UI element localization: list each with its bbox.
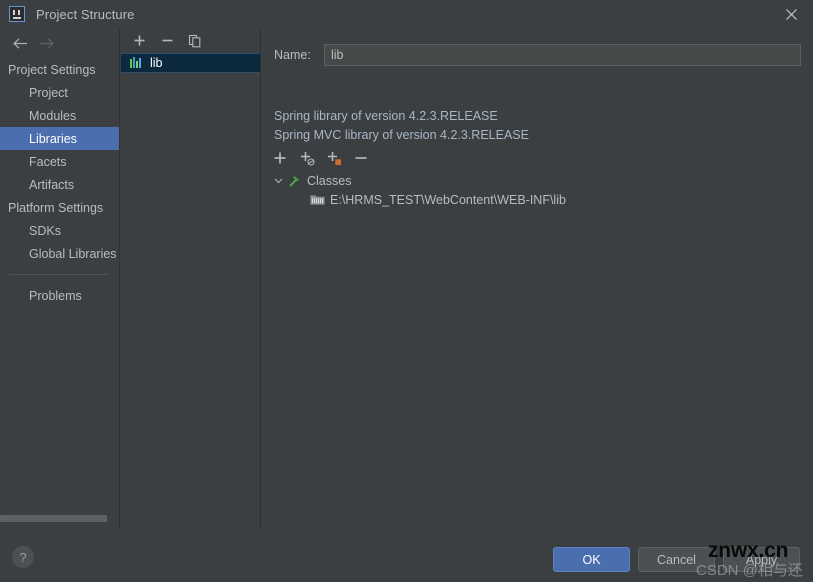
plus-icon[interactable] xyxy=(130,32,148,50)
sidebar-item-problems[interactable]: Problems xyxy=(0,284,119,307)
library-list-panel: lib xyxy=(121,28,261,530)
close-icon[interactable] xyxy=(769,0,813,28)
sidebar-item-artifacts[interactable]: Artifacts xyxy=(0,173,119,196)
library-detail-panel: Name: Spring library of version 4.2.3.RE… xyxy=(262,28,813,530)
library-roots-tree: Classes E:\HRMS_TEST\WebContent\WEB-INF\… xyxy=(271,171,811,209)
copy-icon[interactable] xyxy=(186,32,204,50)
sidebar-item-label: Modules xyxy=(29,108,77,123)
library-list-toolbar xyxy=(121,28,260,53)
name-label: Name: xyxy=(274,48,311,62)
library-description-line: Spring MVC library of version 4.2.3.RELE… xyxy=(274,128,529,142)
library-description-line: Spring library of version 4.2.3.RELEASE xyxy=(274,109,498,123)
sidebar-group-project-settings: Project Settings xyxy=(0,58,119,81)
jar-folder-icon xyxy=(309,192,325,208)
chevron-down-icon[interactable] xyxy=(271,173,286,188)
intellij-idea-icon xyxy=(9,6,25,22)
sidebar-item-label: SDKs xyxy=(29,223,61,238)
sidebar-item-label: Problems xyxy=(29,288,82,303)
sidebar-item-label: Libraries xyxy=(29,131,77,146)
plus-globe-icon[interactable] xyxy=(298,149,316,167)
sidebar-item-modules[interactable]: Modules xyxy=(0,104,119,127)
sidebar-item-facets[interactable]: Facets xyxy=(0,150,119,173)
ok-button[interactable]: OK xyxy=(553,547,630,572)
tree-row-label: E:\HRMS_TEST\WebContent\WEB-INF\lib xyxy=(330,192,566,207)
sidebar-item-global-libraries[interactable]: Global Libraries xyxy=(0,242,119,265)
sidebar-item-label: Project xyxy=(29,85,68,100)
apply-button[interactable]: Apply xyxy=(723,547,800,572)
tree-row[interactable]: E:\HRMS_TEST\WebContent\WEB-INF\lib xyxy=(271,190,811,209)
help-icon[interactable]: ? xyxy=(12,546,34,568)
plus-icon[interactable] xyxy=(271,149,289,167)
arrow-left-icon[interactable] xyxy=(7,32,33,54)
navigation-arrows xyxy=(0,28,119,58)
library-roots-toolbar xyxy=(271,149,370,167)
title-bar: Project Structure xyxy=(0,0,813,28)
sidebar-horizontal-scrollbar[interactable] xyxy=(0,515,107,522)
cancel-button[interactable]: Cancel xyxy=(638,547,715,572)
arrow-right-icon[interactable] xyxy=(33,32,59,54)
sidebar-group-label: Project Settings xyxy=(8,62,96,77)
sidebar-group-label: Platform Settings xyxy=(8,200,104,215)
window-title: Project Structure xyxy=(36,6,135,22)
sidebar-item-sdks[interactable]: SDKs xyxy=(0,219,119,242)
name-input[interactable] xyxy=(324,44,801,66)
tree-row-label: Classes xyxy=(307,173,352,188)
library-list: lib xyxy=(121,53,260,73)
list-item-label: lib xyxy=(150,56,163,70)
sidebar-group-platform-settings: Platform Settings xyxy=(0,196,119,219)
sidebar-item-libraries[interactable]: Libraries xyxy=(0,127,119,150)
minus-icon[interactable] xyxy=(158,32,176,50)
sidebar-item-project[interactable]: Project xyxy=(0,81,119,104)
sidebar-item-label: Global Libraries xyxy=(29,246,117,261)
plus-jar-icon[interactable] xyxy=(325,149,343,167)
settings-sidebar: Project Settings Project Modules Librari… xyxy=(0,28,120,530)
tree-row[interactable]: Classes xyxy=(271,171,811,190)
minus-icon[interactable] xyxy=(352,149,370,167)
classes-hammer-icon xyxy=(286,173,302,189)
project-structure-dialog: Project Structure Project Settings Proje… xyxy=(0,0,813,582)
list-item[interactable]: lib xyxy=(121,53,260,73)
library-icon xyxy=(128,55,144,71)
sidebar-divider xyxy=(9,274,109,275)
sidebar-item-label: Facets xyxy=(29,154,67,169)
name-row: Name: xyxy=(274,44,801,66)
dialog-footer: ? OK Cancel Apply xyxy=(0,530,813,582)
sidebar-item-label: Artifacts xyxy=(29,177,75,192)
